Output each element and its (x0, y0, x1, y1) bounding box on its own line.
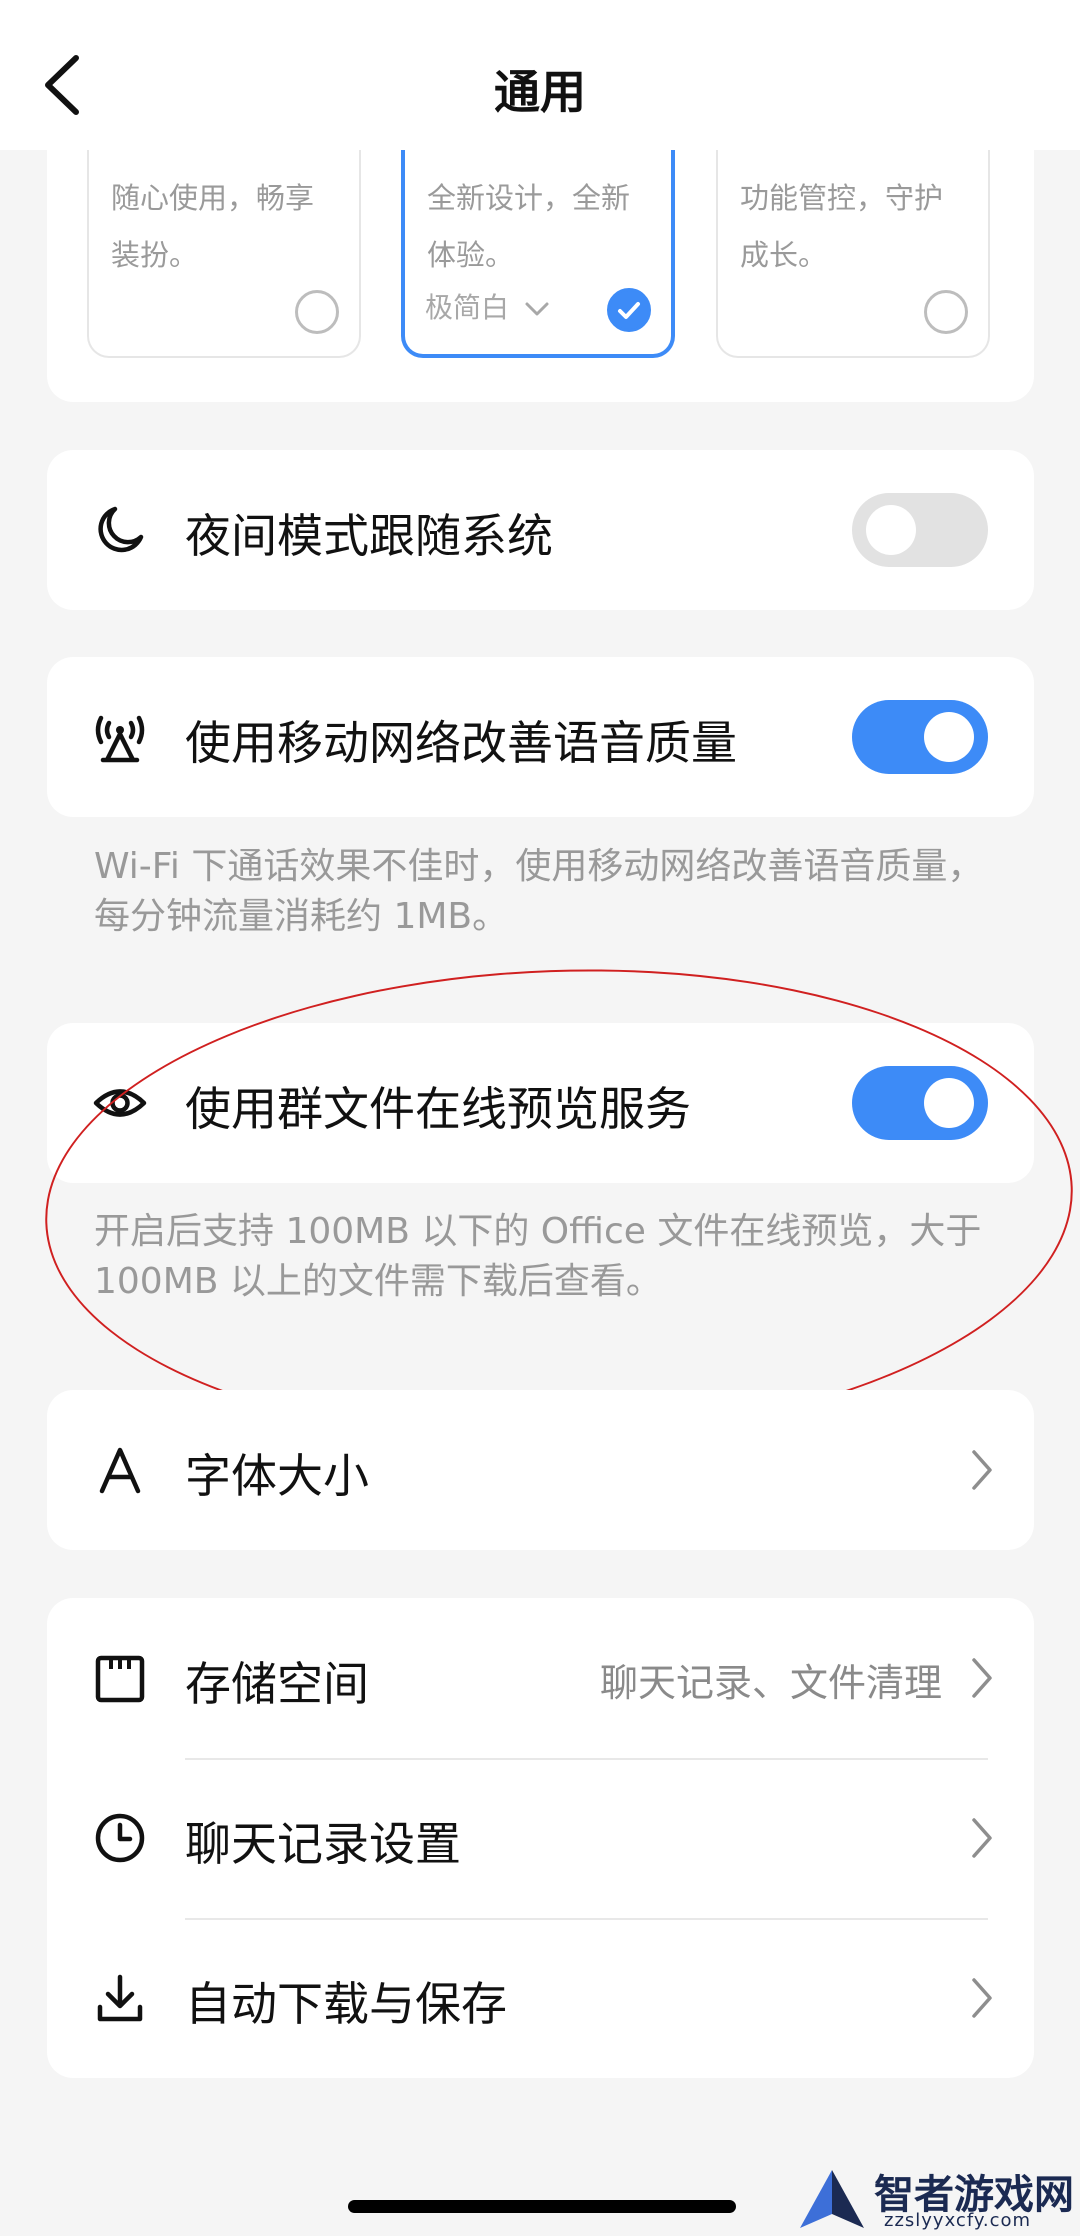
storage-row[interactable]: 存储空间 聊天记录、文件清理 (47, 1598, 1034, 1758)
group-preview-card: 使用群文件在线预览服务 (47, 1023, 1034, 1183)
night-mode-toggle[interactable] (852, 493, 988, 567)
home-indicator[interactable] (348, 2200, 736, 2213)
theme-desc: 随心使用，畅享装扮。 (111, 181, 315, 272)
font-size-label: 字体大小 (185, 1449, 369, 1503)
auto-download-row[interactable]: 自动下载与保存 (47, 1918, 1034, 2078)
storage-value: 聊天记录、文件清理 (599, 1661, 942, 1705)
group-preview-row[interactable]: 使用群文件在线预览服务 (47, 1023, 1034, 1183)
theme-desc: 功能管控，守护成长。 (740, 181, 944, 272)
radio-unchecked-icon[interactable] (924, 290, 968, 334)
chat-history-label: 聊天记录设置 (185, 1817, 461, 1871)
page-title: 通用 (494, 65, 586, 119)
theme-option-1[interactable]: 随心使用，畅享装扮。 (87, 118, 361, 358)
signal-tower-icon (95, 715, 145, 763)
group-preview-toggle[interactable] (852, 1066, 988, 1140)
night-mode-row[interactable]: 夜间模式跟随系统 (47, 450, 1034, 610)
mobile-voice-toggle[interactable] (852, 700, 988, 774)
mobile-voice-row[interactable]: 使用移动网络改善语音质量 (47, 657, 1034, 817)
chevron-right-icon (972, 1978, 992, 2018)
theme-style-select[interactable]: 极简白 (425, 286, 550, 326)
chevron-down-icon (525, 302, 549, 316)
watermark: 智者游戏网 zzslyyxcfy.com (796, 2160, 1080, 2236)
radio-unchecked-icon[interactable] (295, 290, 339, 334)
clock-icon (95, 1813, 145, 1863)
mobile-voice-hint: Wi-Fi 下通话效果不佳时，使用移动网络改善语音质量，每分钟流量消耗约 1MB… (94, 846, 984, 937)
font-size-row[interactable]: 字体大小 (47, 1390, 1034, 1550)
font-size-card: 字体大小 (47, 1390, 1034, 1550)
theme-desc: 全新设计，全新体验。 (427, 181, 631, 272)
chevron-right-icon (972, 1658, 992, 1698)
toggle-knob (924, 1078, 974, 1128)
toggle-knob (924, 712, 974, 762)
auto-download-label: 自动下载与保存 (185, 1977, 507, 2031)
night-mode-card: 夜间模式跟随系统 (47, 450, 1034, 610)
toggle-knob (866, 505, 916, 555)
mobile-voice-card: 使用移动网络改善语音质量 (47, 657, 1034, 817)
watermark-logo-icon (800, 2170, 864, 2228)
sd-card-icon (95, 1655, 145, 1703)
theme-option-3[interactable]: 功能管控，守护成长。 (716, 118, 990, 358)
moon-icon (98, 506, 144, 553)
group-preview-label: 使用群文件在线预览服务 (185, 1082, 691, 1136)
group-preview-hint: 开启后支持 100MB 以下的 Office 文件在线预览，大于 100MB 以… (94, 1211, 982, 1302)
night-mode-label: 夜间模式跟随系统 (185, 509, 553, 563)
font-icon (99, 1447, 141, 1494)
top-bar: 通用 (0, 0, 1080, 150)
radio-checked-icon[interactable] (607, 288, 651, 332)
chevron-right-icon (972, 1450, 992, 1490)
chevron-right-icon (972, 1818, 992, 1858)
download-icon (97, 1974, 143, 2022)
storage-card: 存储空间 聊天记录、文件清理 聊天记录设置 自动下载与保存 (47, 1598, 1034, 2078)
theme-option-2[interactable]: 全新设计，全新体验。 极简白 (401, 118, 675, 358)
watermark-url: zzslyyxcfy.com (884, 2210, 1032, 2231)
eye-icon (93, 1089, 147, 1117)
storage-label: 存储空间 (185, 1657, 369, 1711)
theme-style-label: 极简白 (425, 291, 510, 324)
chat-history-row[interactable]: 聊天记录设置 (47, 1758, 1034, 1918)
mobile-voice-label: 使用移动网络改善语音质量 (185, 716, 737, 770)
